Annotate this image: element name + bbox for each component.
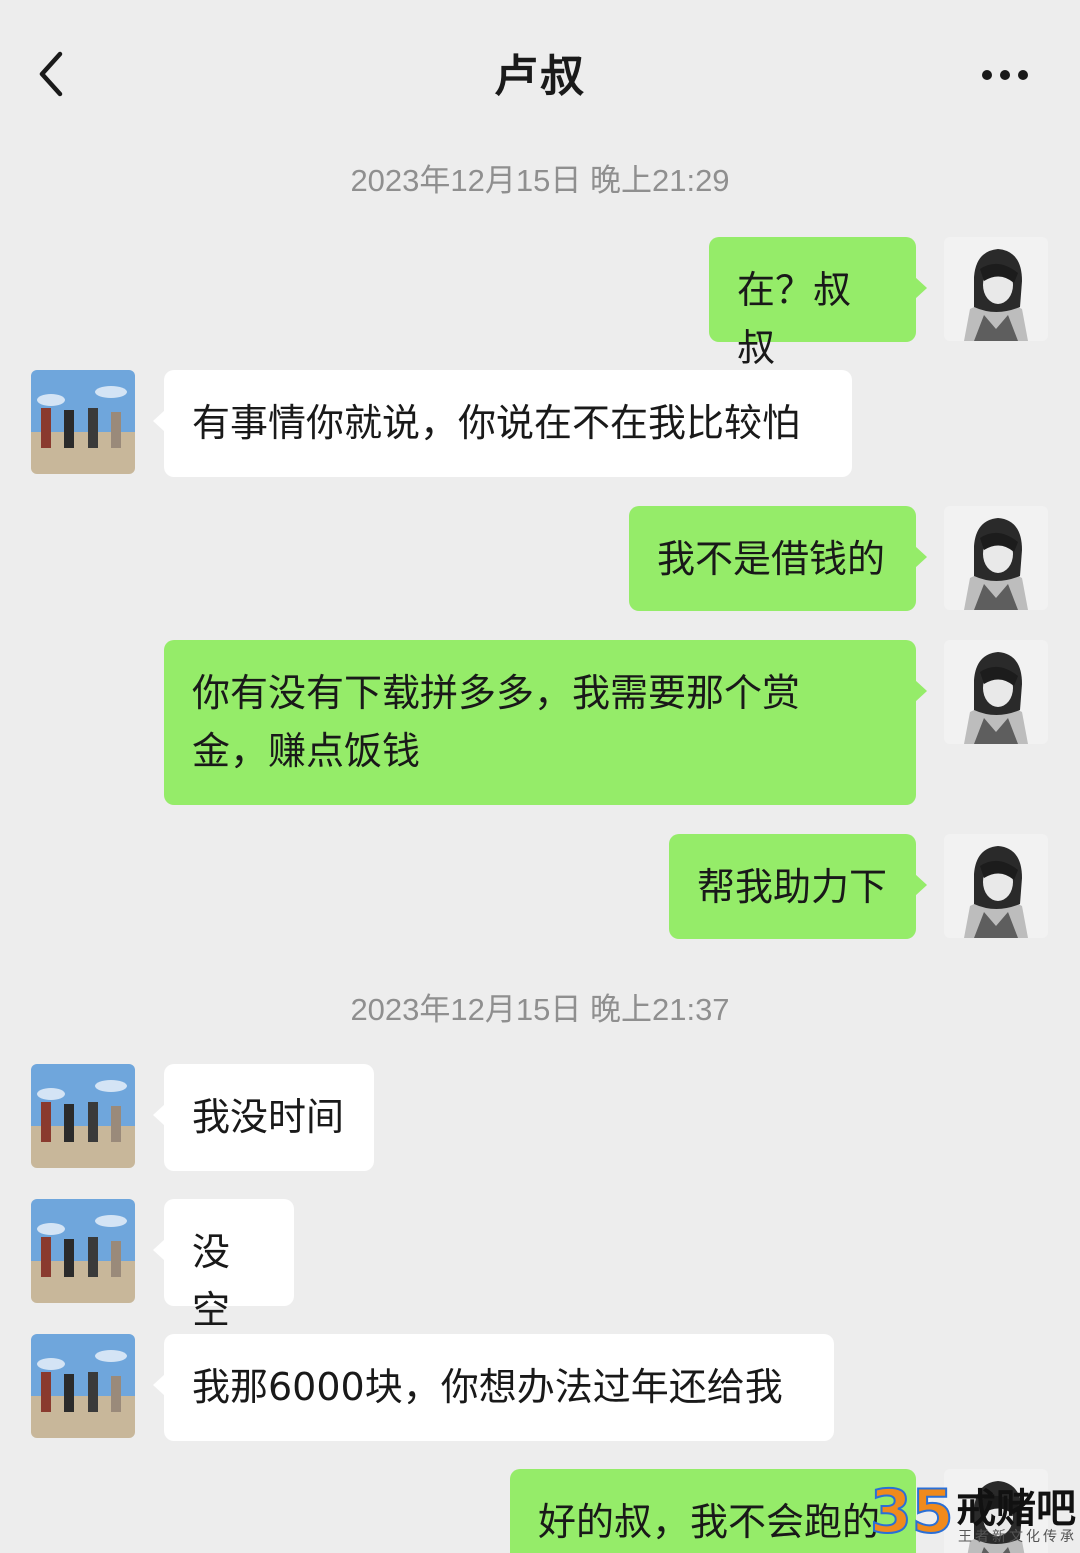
my-avatar[interactable]	[944, 506, 1048, 610]
contact-avatar[interactable]	[31, 1064, 135, 1168]
outgoing-message[interactable]: 帮我助力下	[669, 834, 927, 939]
top-bar: 卢叔	[0, 0, 1080, 140]
incoming-message[interactable]: 没空	[153, 1199, 294, 1332]
chat-title: 卢叔	[494, 51, 586, 102]
watermark: 35 戒赌吧 王者新文化传承	[868, 1474, 1080, 1553]
outgoing-message[interactable]: 在？叔叔	[709, 237, 927, 370]
outgoing-message[interactable]: 你有没有下载拼多多，我需要那个赏金，赚点饭钱	[164, 640, 927, 805]
contact-avatar[interactable]	[31, 370, 135, 474]
watermark-subtitle: 王者新文化传承	[958, 1529, 1077, 1545]
watermark-logo-number: 35	[870, 1477, 954, 1544]
more-options-button[interactable]	[970, 56, 1040, 92]
outgoing-message[interactable]: 好的叔，我不会跑的	[510, 1469, 916, 1553]
my-avatar[interactable]	[944, 237, 1048, 341]
message-timestamp: 2023年12月15日 晚上21:29	[350, 163, 730, 198]
message-timestamp: 2023年12月15日 晚上21:37	[350, 992, 730, 1027]
contact-avatar[interactable]	[31, 1334, 135, 1438]
outgoing-message[interactable]: 我不是借钱的	[629, 506, 927, 611]
incoming-message[interactable]: 我那6000块，你想办法过年还给我	[153, 1334, 834, 1441]
my-avatar[interactable]	[944, 834, 1048, 938]
incoming-message[interactable]: 我没时间	[153, 1064, 374, 1171]
incoming-message[interactable]: 有事情你就说，你说在不在我比较怕	[153, 370, 852, 477]
watermark-logo: 35	[869, 1476, 955, 1544]
contact-avatar[interactable]	[31, 1199, 135, 1303]
my-avatar[interactable]	[944, 640, 1048, 744]
